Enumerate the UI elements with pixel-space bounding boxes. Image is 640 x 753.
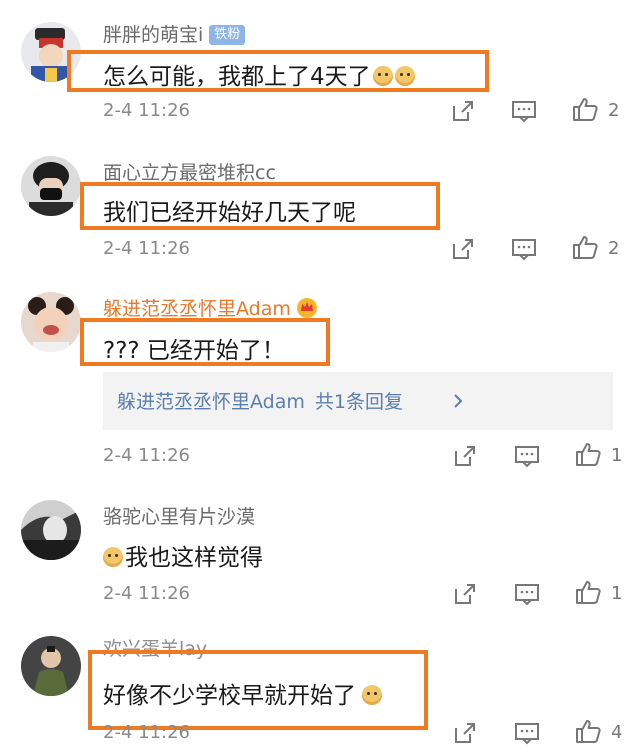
avatar[interactable] bbox=[21, 292, 81, 352]
share-icon[interactable] bbox=[450, 98, 476, 124]
timestamp: 2-4 11:26 bbox=[103, 100, 190, 121]
like-count: 1 bbox=[611, 583, 623, 604]
username[interactable]: 面心立方最密堆积cc bbox=[103, 158, 276, 185]
like-count: 2 bbox=[608, 100, 620, 121]
like-count: 2 bbox=[608, 238, 620, 259]
reply-author[interactable]: 躲进范丞丞怀里Adam bbox=[117, 391, 305, 413]
vip-crown-icon bbox=[296, 298, 317, 318]
fan-badge: 铁粉 bbox=[209, 25, 246, 45]
comment-icon[interactable] bbox=[514, 581, 540, 607]
username[interactable]: 躲进范丞丞怀里Adam bbox=[103, 294, 319, 321]
share-icon[interactable] bbox=[452, 720, 478, 746]
reply-link[interactable]: 躲进范丞丞怀里Adam 共1条回复 bbox=[117, 387, 403, 414]
comment-text-body: 我也这样觉得 bbox=[125, 545, 263, 571]
share-icon[interactable] bbox=[452, 443, 478, 469]
like-icon[interactable] bbox=[575, 441, 601, 467]
dog-emoji-icon bbox=[372, 66, 393, 86]
share-icon[interactable] bbox=[450, 236, 476, 262]
comment-text: 好像不少学校早就开始了 bbox=[103, 676, 382, 710]
like-count: 1 bbox=[611, 445, 623, 466]
timestamp: 2-4 11:26 bbox=[103, 238, 190, 259]
like-icon[interactable] bbox=[575, 718, 601, 744]
comment-icon[interactable] bbox=[511, 98, 537, 124]
username[interactable]: 胖胖的萌宝i 铁粉 bbox=[103, 20, 246, 47]
dog-emoji-icon bbox=[362, 685, 382, 705]
reply-count[interactable]: 共1条回复 bbox=[315, 391, 403, 413]
chevron-right-icon[interactable] bbox=[453, 393, 463, 409]
comment-icon[interactable] bbox=[511, 236, 537, 262]
dog-emoji-icon bbox=[394, 66, 415, 86]
timestamp: 2-4 11:26 bbox=[103, 583, 190, 604]
comment-text-body: 怎么可能，我都上了4天了 bbox=[103, 64, 371, 90]
comment-text-body: 好像不少学校早就开始了 bbox=[103, 683, 356, 709]
comment-text: 我们已经开始好几天了呢 bbox=[103, 200, 356, 226]
username-text[interactable]: 躲进范丞丞怀里Adam bbox=[103, 298, 291, 320]
avatar[interactable] bbox=[21, 156, 81, 216]
avatar[interactable] bbox=[21, 636, 81, 696]
username-text[interactable]: 胖胖的萌宝i bbox=[103, 24, 203, 46]
username[interactable]: 骆驼心里有片沙漠 bbox=[103, 502, 255, 529]
like-icon[interactable] bbox=[575, 579, 601, 605]
comment-icon[interactable] bbox=[514, 443, 540, 469]
comment-text: 我也这样觉得 bbox=[103, 538, 263, 572]
share-icon[interactable] bbox=[452, 581, 478, 607]
like-count: 4 bbox=[611, 722, 623, 743]
comment-text: 怎么可能，我都上了4天了 bbox=[103, 57, 415, 91]
timestamp: 2-4 11:26 bbox=[103, 445, 190, 466]
comment-icon[interactable] bbox=[514, 720, 540, 746]
timestamp: 2-4 11:26 bbox=[103, 722, 190, 743]
like-icon[interactable] bbox=[572, 234, 598, 260]
comment-text: ??? 已经开始了！ bbox=[103, 338, 285, 364]
like-icon[interactable] bbox=[572, 96, 598, 122]
dog-emoji-icon bbox=[103, 547, 123, 567]
avatar[interactable] bbox=[21, 500, 81, 560]
reply-summary[interactable]: 躲进范丞丞怀里Adam 共1条回复 bbox=[103, 372, 613, 430]
